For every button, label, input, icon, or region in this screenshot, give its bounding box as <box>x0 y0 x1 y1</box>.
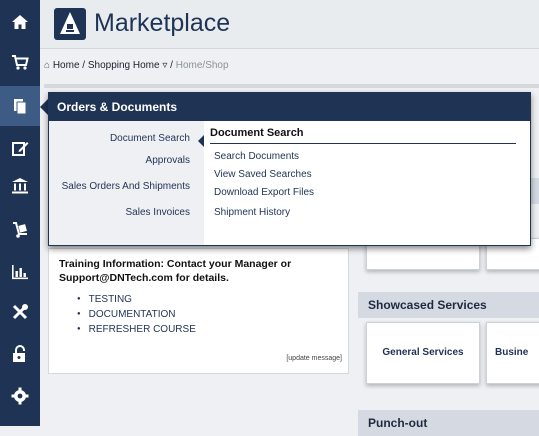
breadcrumb-separator: / <box>82 60 86 71</box>
sidebar-item-dolly[interactable] <box>0 210 40 250</box>
orders-documents-menu: Orders & Documents Document Search Appro… <box>48 92 531 246</box>
sidebar-item-bank[interactable] <box>0 166 40 206</box>
sidebar-item-security[interactable] <box>0 334 40 374</box>
sidebar-item-tools[interactable] <box>0 292 40 332</box>
update-message-link[interactable]: [update message] <box>286 355 342 362</box>
submenu-link-shipment-history[interactable]: Shipment History <box>214 207 290 218</box>
menu-title: Orders & Documents <box>49 93 530 121</box>
lock-icon <box>13 345 25 362</box>
bar-chart-icon <box>12 265 28 280</box>
sidebar-item-cart[interactable] <box>0 42 40 82</box>
marketplace-logo <box>54 8 86 40</box>
submenu-title: Document Search <box>210 127 516 144</box>
breadcrumb-separator: / <box>170 60 173 71</box>
breadcrumb-current: Home/Shop <box>175 60 229 71</box>
sidebar-item-edit[interactable] <box>0 128 40 168</box>
menu-category-sales-invoices[interactable]: Sales Invoices <box>126 207 190 218</box>
documents-icon <box>14 99 27 115</box>
menu-category-document-search[interactable]: Document Search <box>110 133 205 147</box>
logo-icon <box>60 12 80 34</box>
breadcrumb-home[interactable]: Home <box>53 60 80 71</box>
sidebar-item-settings[interactable] <box>0 376 40 416</box>
punch-out-title: Punch-out <box>358 410 539 436</box>
training-links: TESTING DOCUMENTATION REFRESHER COURSE <box>77 293 196 338</box>
edit-icon <box>12 142 29 156</box>
training-info-text: Training Information: Contact your Manag… <box>59 258 292 284</box>
home-icon <box>12 15 28 29</box>
sidebar-item-home[interactable] <box>0 2 40 42</box>
dolly-icon <box>13 222 27 238</box>
business-card[interactable]: Busine <box>486 322 539 384</box>
breadcrumb: ⌂ Home / Shopping Home ▿ / Home/Shop <box>44 60 229 71</box>
gear-icon <box>11 387 29 405</box>
breadcrumb-shopping-home[interactable]: Shopping Home <box>88 60 160 71</box>
training-link-refresher-course[interactable]: REFRESHER COURSE <box>77 323 196 338</box>
sidebar-item-reports[interactable] <box>0 252 40 292</box>
showcased-services-title: Showcased Services <box>358 292 539 318</box>
submenu-link-view-saved-searches[interactable]: View Saved Searches <box>214 169 312 180</box>
general-services-card[interactable]: General Services <box>366 322 480 384</box>
app-header: Marketplace <box>40 0 539 49</box>
chevron-down-icon[interactable]: ▿ <box>162 60 167 71</box>
menu-categories: Document Search Approvals Sales Orders A… <box>49 121 205 245</box>
submenu-link-download-export-files[interactable]: Download Export Files <box>214 187 314 198</box>
training-panel: Training Information: Contact your Manag… <box>48 248 349 374</box>
sidebar-item-orders-documents[interactable] <box>0 86 40 126</box>
training-link-testing[interactable]: TESTING <box>77 293 196 308</box>
home-small-icon: ⌂ <box>44 60 51 71</box>
cart-icon <box>12 55 29 70</box>
tools-icon <box>12 304 28 320</box>
sidebar <box>0 0 40 426</box>
menu-category-sales-orders[interactable]: Sales Orders And Shipments <box>62 181 190 192</box>
submenu-link-search-documents[interactable]: Search Documents <box>214 151 299 162</box>
menu-category-approvals[interactable]: Approvals <box>146 155 190 166</box>
menu-submenu: Document Search Search Documents View Sa… <box>204 121 530 245</box>
bank-icon <box>12 178 28 194</box>
training-link-documentation[interactable]: DOCUMENTATION <box>77 308 196 323</box>
app-title: Marketplace <box>94 9 231 37</box>
